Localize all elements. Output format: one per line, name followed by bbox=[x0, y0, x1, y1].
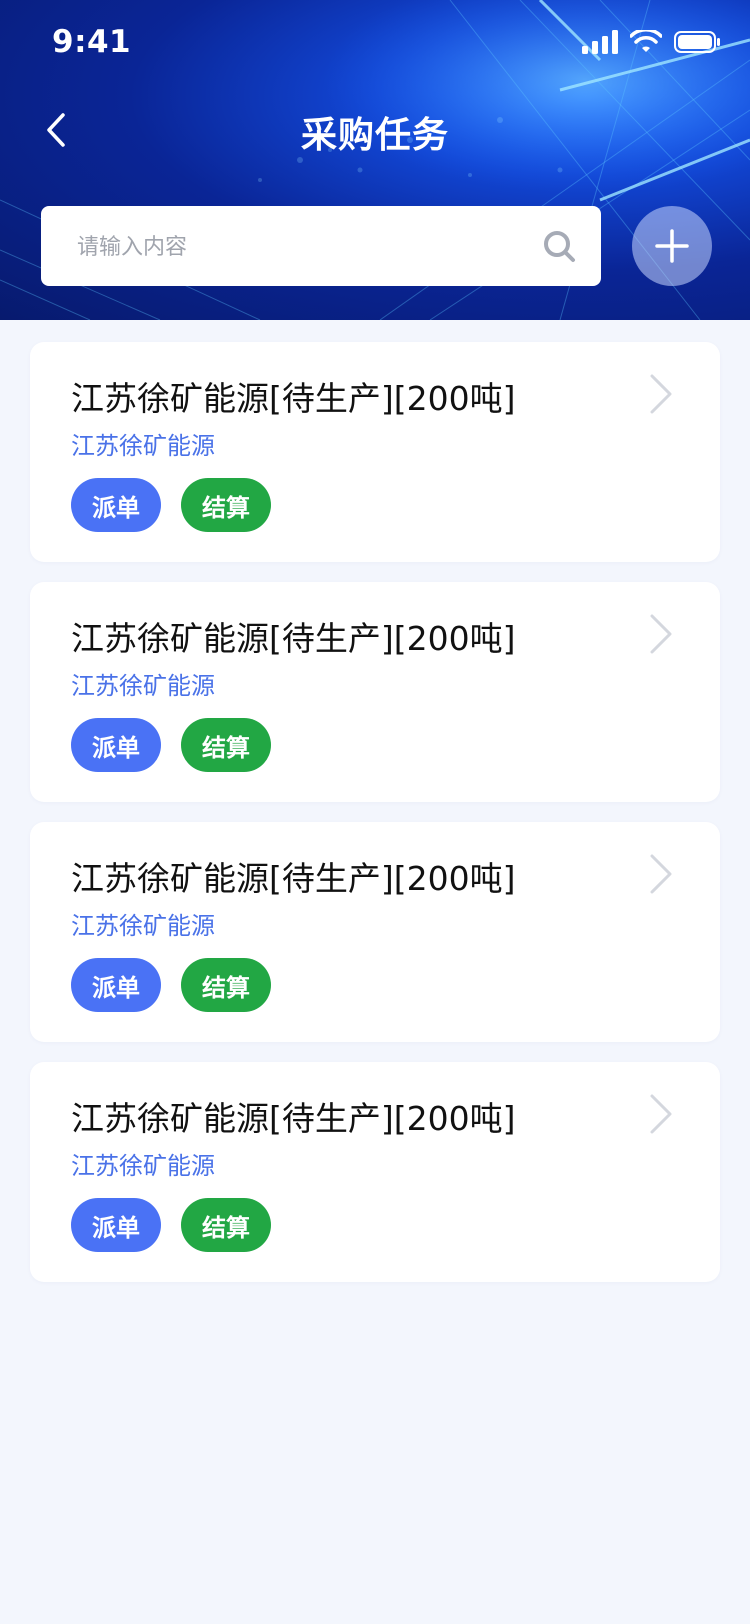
search-box bbox=[41, 206, 601, 288]
dispatch-button[interactable]: 派单 bbox=[71, 958, 161, 1012]
task-company: 江苏徐矿能源 bbox=[71, 912, 215, 940]
add-task-button[interactable] bbox=[632, 206, 712, 286]
task-title: 江苏徐矿能源[待生产][200吨] bbox=[71, 859, 516, 898]
search-icon[interactable] bbox=[541, 228, 577, 264]
signal-icon bbox=[582, 30, 618, 54]
task-list: 江苏徐矿能源[待生产][200吨] 江苏徐矿能源 派单 结算 江苏徐矿能源[待生… bbox=[30, 342, 720, 1302]
page-title: 采购任务 bbox=[300, 115, 449, 156]
dispatch-button[interactable]: 派单 bbox=[71, 1198, 161, 1252]
chevron-right-icon bbox=[650, 614, 672, 654]
status-time: 9:41 bbox=[52, 24, 132, 60]
task-card[interactable]: 江苏徐矿能源[待生产][200吨] 江苏徐矿能源 派单 结算 bbox=[30, 342, 720, 562]
settle-button[interactable]: 结算 bbox=[181, 478, 271, 532]
plus-icon bbox=[655, 229, 689, 263]
settle-button[interactable]: 结算 bbox=[181, 718, 271, 772]
wifi-icon bbox=[630, 30, 662, 52]
status-icons bbox=[582, 30, 720, 54]
task-company: 江苏徐矿能源 bbox=[71, 672, 215, 700]
header-banner: 9:41 采购任务 bbox=[0, 0, 750, 320]
chevron-right-icon bbox=[650, 1094, 672, 1134]
task-company: 江苏徐矿能源 bbox=[71, 1152, 215, 1180]
task-title: 江苏徐矿能源[待生产][200吨] bbox=[71, 619, 516, 658]
task-title: 江苏徐矿能源[待生产][200吨] bbox=[71, 379, 516, 418]
battery-icon bbox=[674, 31, 720, 53]
task-card[interactable]: 江苏徐矿能源[待生产][200吨] 江苏徐矿能源 派单 结算 bbox=[30, 582, 720, 802]
chevron-right-icon bbox=[650, 374, 672, 414]
chevron-right-icon bbox=[650, 854, 672, 894]
task-company: 江苏徐矿能源 bbox=[71, 432, 215, 460]
task-card[interactable]: 江苏徐矿能源[待生产][200吨] 江苏徐矿能源 派单 结算 bbox=[30, 1062, 720, 1282]
settle-button[interactable]: 结算 bbox=[181, 1198, 271, 1252]
search-input[interactable] bbox=[75, 206, 519, 288]
dispatch-button[interactable]: 派单 bbox=[71, 718, 161, 772]
settle-button[interactable]: 结算 bbox=[181, 958, 271, 1012]
task-title: 江苏徐矿能源[待生产][200吨] bbox=[71, 1099, 516, 1138]
task-card[interactable]: 江苏徐矿能源[待生产][200吨] 江苏徐矿能源 派单 结算 bbox=[30, 822, 720, 1042]
dispatch-button[interactable]: 派单 bbox=[71, 478, 161, 532]
